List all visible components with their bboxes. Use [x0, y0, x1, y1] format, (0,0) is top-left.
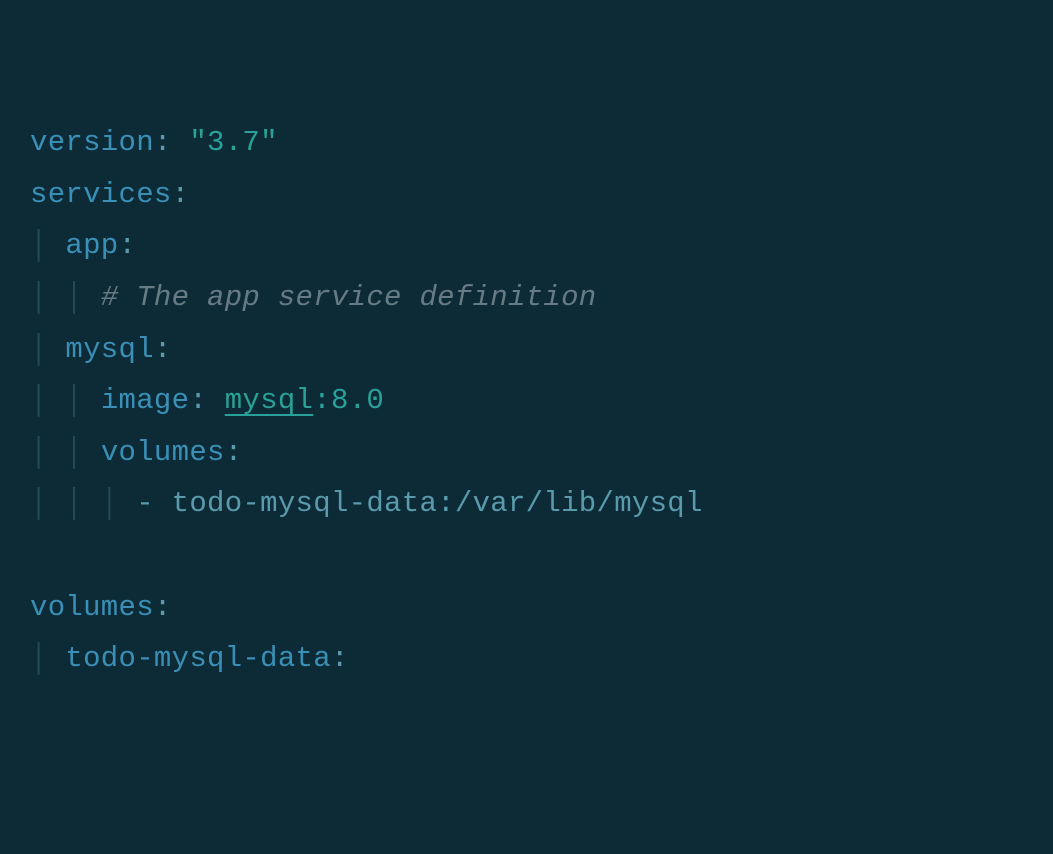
- yaml-key: todo-mysql-data: [65, 642, 331, 675]
- yaml-key: app: [65, 229, 118, 262]
- indent-guide: │ │ │: [30, 487, 136, 520]
- colon: :: [154, 126, 172, 159]
- indent-guide: │: [30, 229, 65, 262]
- yaml-key: version: [30, 126, 154, 159]
- yaml-key: image: [101, 384, 190, 417]
- yaml-key: services: [30, 178, 172, 211]
- code-line: volumes:: [30, 591, 172, 624]
- code-line: │ │ │ - todo-mysql-data:/var/lib/mysql: [30, 487, 703, 520]
- code-line: │ │ image: mysql:8.0: [30, 384, 384, 417]
- code-line: version: "3.7": [30, 126, 278, 159]
- colon: :: [172, 178, 190, 211]
- code-line: │ │ volumes:: [30, 436, 242, 469]
- yaml-value: todo-mysql-data:/var/lib/mysql: [172, 487, 703, 520]
- indent-guide: │ │: [30, 384, 101, 417]
- code-line: │ app:: [30, 229, 136, 262]
- colon: :: [119, 229, 137, 262]
- yaml-value-underlined: mysql: [225, 384, 314, 417]
- indent-guide: │: [30, 333, 65, 366]
- space: [207, 384, 225, 417]
- indent-guide: │: [30, 642, 65, 675]
- code-line: │ │ # The app service definition: [30, 281, 597, 314]
- colon: :: [189, 384, 207, 417]
- colon: :: [154, 333, 172, 366]
- code-line: services:: [30, 178, 189, 211]
- code-line: │ todo-mysql-data:: [30, 642, 349, 675]
- indent-guide: │ │: [30, 281, 101, 314]
- yaml-comment: # The app service definition: [101, 281, 597, 314]
- yaml-key: volumes: [30, 591, 154, 624]
- code-line: │ mysql:: [30, 333, 172, 366]
- colon: :: [225, 436, 243, 469]
- space: [172, 126, 190, 159]
- indent-guide: │ │: [30, 436, 101, 469]
- yaml-string: "3.7": [189, 126, 278, 159]
- colon: :: [331, 642, 349, 675]
- colon: :: [154, 591, 172, 624]
- yaml-code-block: version: "3.7" services: │ app: │ │ # Th…: [30, 117, 1023, 685]
- yaml-key: mysql: [65, 333, 154, 366]
- yaml-key: volumes: [101, 436, 225, 469]
- yaml-value: :8.0: [313, 384, 384, 417]
- yaml-list-dash: -: [136, 487, 171, 520]
